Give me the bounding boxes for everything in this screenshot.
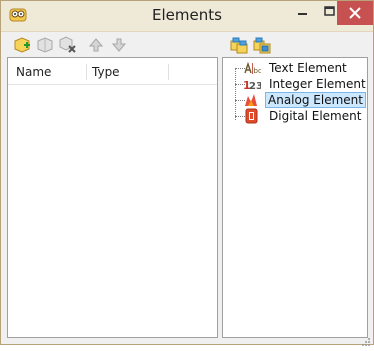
tree-item-analog-element[interactable]: Analog Element bbox=[233, 92, 366, 108]
delete-element-icon[interactable] bbox=[59, 36, 77, 54]
integer-element-icon: 1 23 bbox=[243, 76, 263, 92]
analog-element-icon bbox=[243, 92, 261, 108]
tree-item-label: Digital Element bbox=[269, 109, 362, 123]
element-types-tree[interactable]: bc Text Element 1 23 Integer Element Ana… bbox=[222, 57, 368, 338]
column-header-name[interactable]: Name bbox=[16, 65, 51, 79]
copy-element-icon[interactable] bbox=[36, 36, 54, 54]
close-icon bbox=[349, 7, 361, 19]
text-element-icon: bc bbox=[243, 60, 262, 76]
svg-text:23: 23 bbox=[249, 81, 261, 92]
tree-item-text-element[interactable]: bc Text Element bbox=[233, 60, 365, 76]
tree-item-label: Text Element bbox=[269, 61, 347, 75]
collapse-all-icon[interactable] bbox=[253, 36, 271, 54]
title-bar[interactable]: Elements bbox=[1, 1, 373, 32]
resize-grip-icon[interactable] bbox=[361, 332, 371, 346]
column-header-type[interactable]: Type bbox=[92, 65, 120, 79]
digital-element-icon bbox=[243, 108, 261, 124]
add-element-icon[interactable] bbox=[13, 36, 31, 54]
list-header: Name Type bbox=[8, 58, 217, 85]
tree-item-label: Integer Element bbox=[269, 77, 366, 91]
column-separator[interactable] bbox=[168, 64, 169, 80]
minimize-icon bbox=[298, 13, 307, 15]
tree-item-integer-element[interactable]: 1 23 Integer Element bbox=[233, 76, 366, 92]
svg-text:bc: bc bbox=[254, 67, 262, 75]
minimize-button[interactable] bbox=[287, 1, 317, 25]
move-up-icon[interactable] bbox=[87, 36, 105, 54]
column-separator[interactable] bbox=[86, 64, 87, 80]
expand-all-icon[interactable] bbox=[230, 36, 248, 54]
close-button[interactable] bbox=[337, 1, 373, 25]
elements-list[interactable]: Name Type bbox=[7, 57, 218, 338]
move-down-icon[interactable] bbox=[110, 36, 128, 54]
elements-window: Elements Name Type bc Text Element 1 23 … bbox=[0, 0, 374, 346]
tree-item-digital-element[interactable]: Digital Element bbox=[233, 108, 365, 124]
tree-item-label: Analog Element bbox=[265, 92, 366, 108]
